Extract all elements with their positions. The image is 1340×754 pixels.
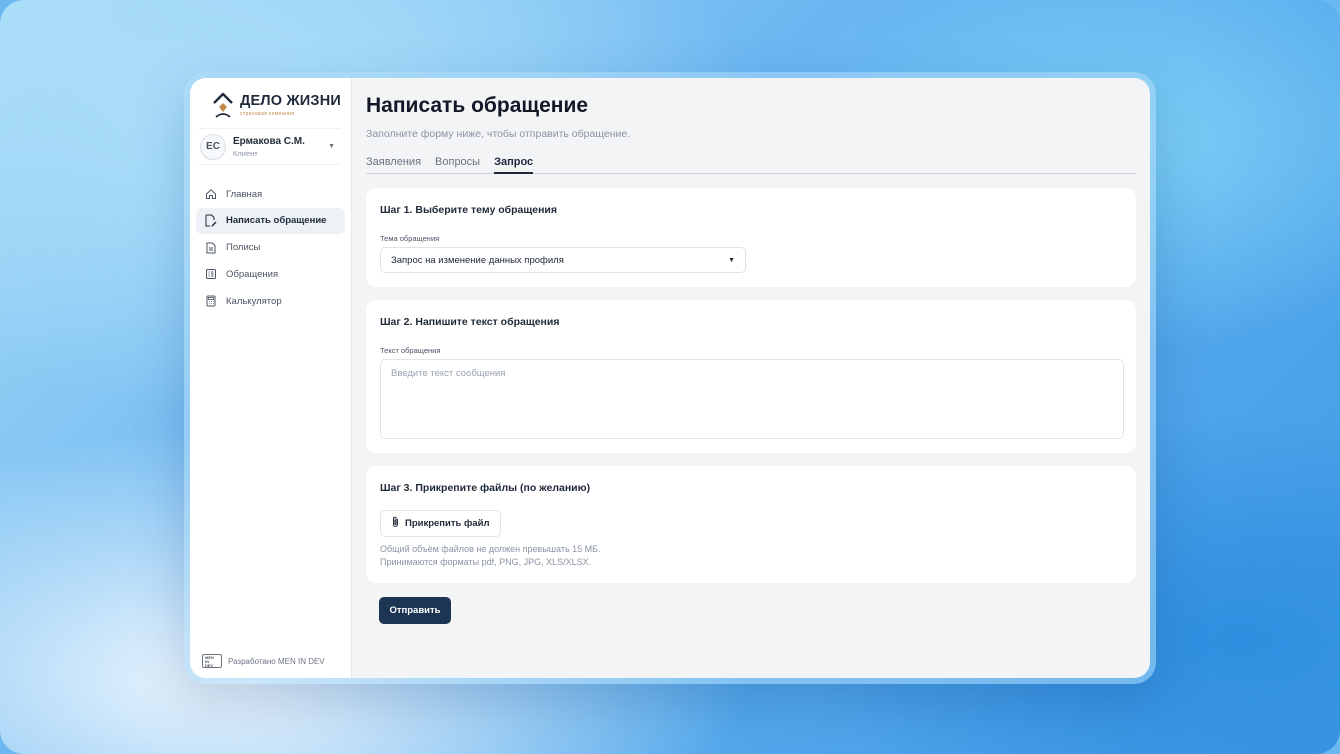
- document-icon: [204, 241, 217, 254]
- brand-subtitle: страховая компания: [240, 111, 295, 117]
- page-subtitle: Заполните форму ниже, чтобы отправить об…: [366, 128, 631, 140]
- developer-credit-text: Разработано MEN IN DEV: [228, 656, 325, 666]
- sidebar-item-write-request[interactable]: Написать обращение: [196, 207, 345, 234]
- brand-text: ДЕЛО ЖИЗНИ страховая компания: [240, 93, 341, 118]
- message-label: Текст обращения: [380, 346, 441, 355]
- message-textarea[interactable]: Введите текст сообщения: [380, 359, 1124, 439]
- caret-down-icon: ▼: [728, 256, 735, 264]
- page-title: Написать обращение: [366, 94, 589, 117]
- step2-card: Шаг 2. Напишите текст обращения Текст об…: [366, 300, 1136, 453]
- user-info: Ермакова С.М. Клиент: [233, 136, 305, 158]
- topic-selected-value: Запрос на изменение данных профиля: [391, 254, 564, 266]
- sidebar: ДЕЛО ЖИЗНИ страховая компания ЕС Ермаков…: [190, 78, 352, 678]
- tab-bar: Заявления Вопросы Запрос: [366, 156, 1136, 174]
- logo-line: DEV: [205, 663, 214, 668]
- list-icon: [204, 268, 217, 281]
- user-role: Клиент: [233, 148, 258, 158]
- submit-button[interactable]: Отправить: [379, 597, 451, 624]
- step2-title: Шаг 2. Напишите текст обращения: [380, 316, 560, 328]
- brand-title: ДЕЛО ЖИЗНИ: [240, 93, 341, 109]
- sidebar-item-label: Калькулятор: [226, 295, 282, 307]
- sidebar-item-label: Написать обращение: [226, 215, 327, 227]
- sidebar-item-label: Обращения: [226, 268, 279, 280]
- chevron-down-icon: ▼: [328, 143, 335, 150]
- step3-title: Шаг 3. Прикрепите файлы (по желанию): [380, 482, 591, 494]
- tab-questions[interactable]: Вопросы: [435, 156, 480, 173]
- sidebar-item-requests[interactable]: Обращения: [196, 261, 345, 287]
- sidebar-item-calculator[interactable]: Калькулятор: [196, 288, 345, 314]
- app-window: ДЕЛО ЖИЗНИ страховая компания ЕС Ермаков…: [190, 78, 1150, 678]
- edit-document-icon: [204, 214, 217, 227]
- sidebar-nav: Главная Написать обращение Полисы Обраще…: [196, 181, 345, 314]
- home-icon: [204, 188, 217, 201]
- paperclip-icon: [391, 516, 400, 531]
- topic-label: Тема обращения: [380, 234, 440, 243]
- file-size-hint: Общий объём файлов не должен превышать 1…: [380, 544, 601, 554]
- calculator-icon: [204, 295, 217, 308]
- user-name: Ермакова С.М.: [233, 135, 305, 147]
- brand-logo[interactable]: ДЕЛО ЖИЗНИ страховая компания: [196, 78, 345, 124]
- sidebar-item-label: Главная: [226, 188, 263, 200]
- tab-request[interactable]: Запрос: [494, 156, 534, 174]
- developer-credit[interactable]: MEN IN DEV Разработано MEN IN DEV: [202, 654, 325, 668]
- file-format-hint: Принимаются форматы pdf, PNG, JPG, XLS/X…: [380, 557, 592, 567]
- sidebar-item-home[interactable]: Главная: [196, 181, 345, 207]
- attach-file-label: Прикрепить файл: [405, 518, 490, 529]
- tab-statements[interactable]: Заявления: [366, 156, 421, 173]
- step1-title: Шаг 1. Выберите тему обращения: [380, 204, 558, 216]
- user-menu[interactable]: ЕС Ермакова С.М. Клиент ▼: [198, 128, 341, 165]
- attach-file-button[interactable]: Прикрепить файл: [380, 510, 501, 537]
- topic-select[interactable]: Запрос на изменение данных профиля ▼: [380, 247, 746, 273]
- main-content: Написать обращение Заполните форму ниже,…: [352, 78, 1150, 678]
- men-in-dev-logo: MEN IN DEV: [202, 654, 222, 668]
- sidebar-item-policies[interactable]: Полисы: [196, 235, 345, 261]
- step1-card: Шаг 1. Выберите тему обращения Тема обра…: [366, 188, 1136, 287]
- house-logo-icon: [213, 92, 233, 118]
- avatar: ЕС: [200, 133, 226, 160]
- sidebar-item-label: Полисы: [226, 242, 261, 254]
- step3-card: Шаг 3. Прикрепите файлы (по желанию) При…: [366, 466, 1136, 583]
